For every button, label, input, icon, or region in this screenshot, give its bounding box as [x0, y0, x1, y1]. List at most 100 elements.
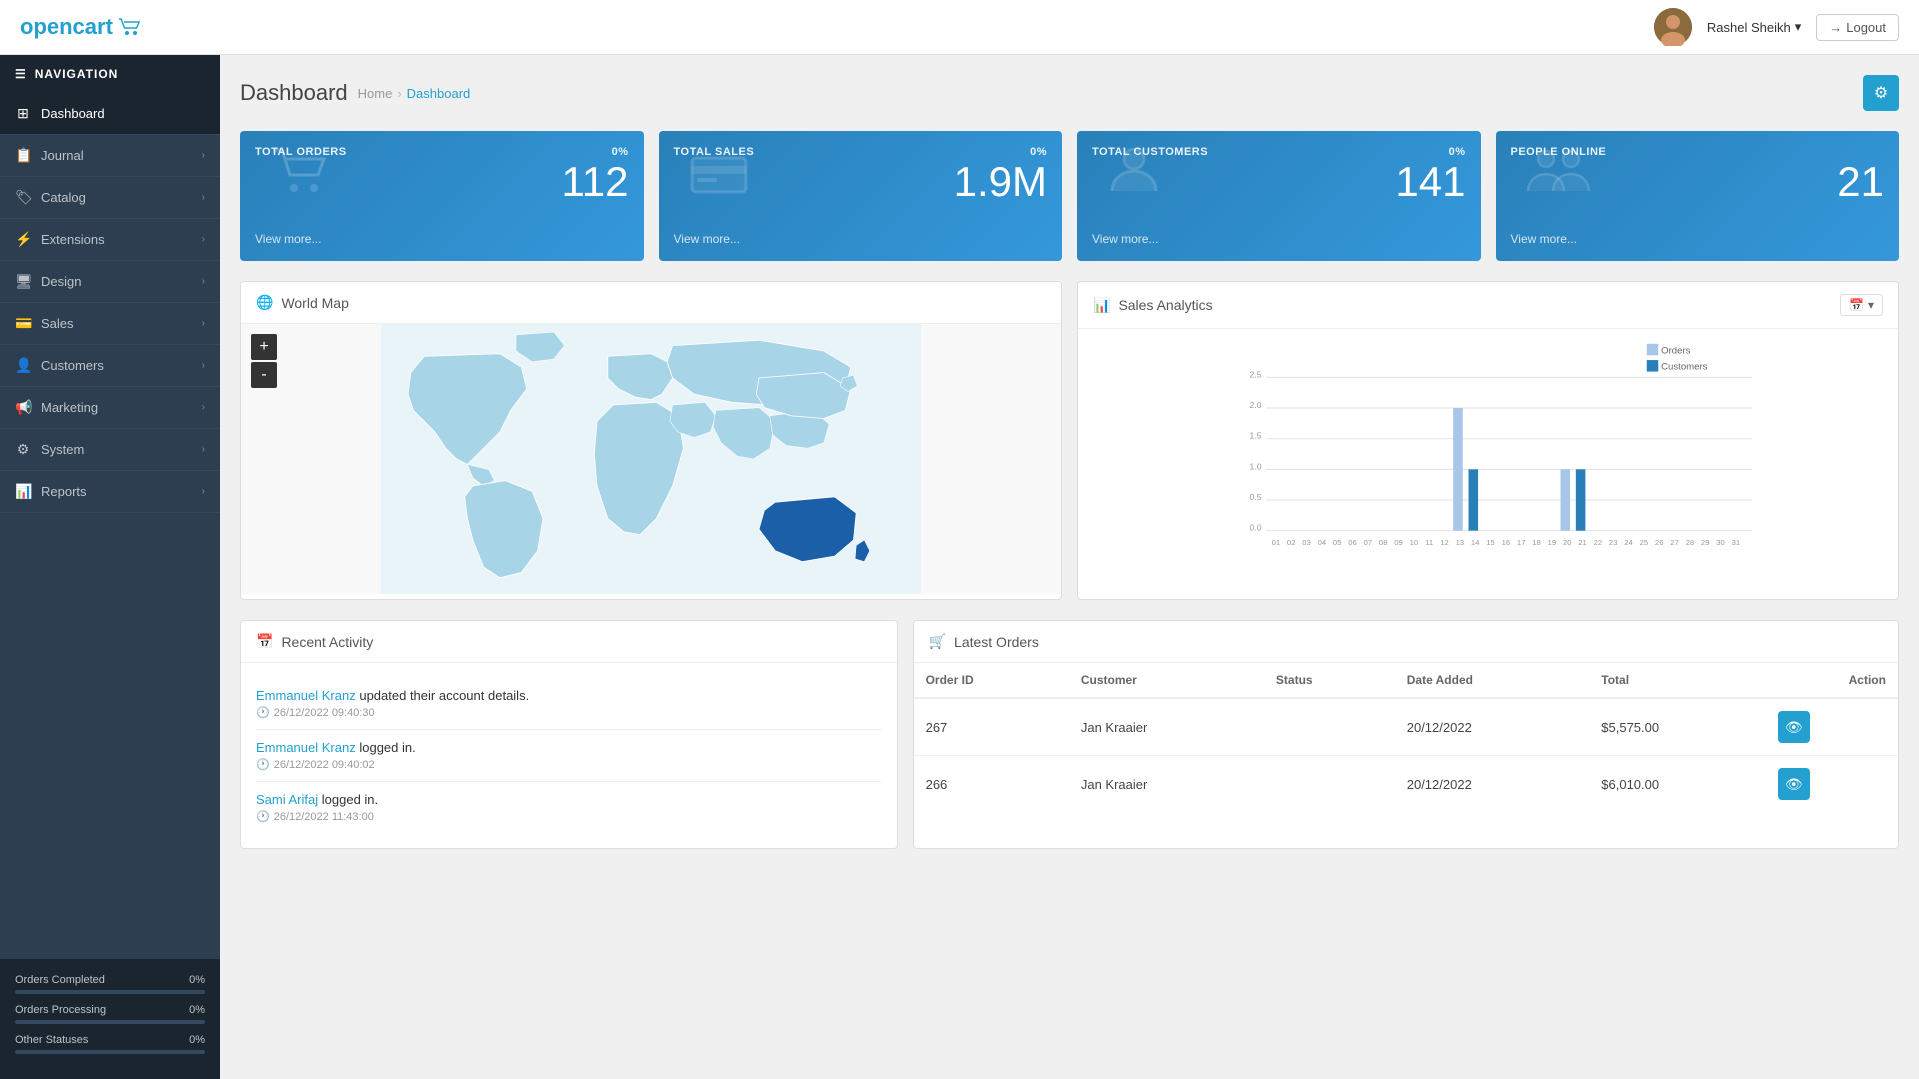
- page-title: Dashboard: [240, 80, 348, 106]
- view-order-button[interactable]: 👁: [1778, 711, 1810, 743]
- sidebar-item-sales[interactable]: 💳 Sales ›: [0, 303, 220, 345]
- world-map-panel: 🌐 World Map + -: [240, 281, 1062, 600]
- breadcrumb-separator: ›: [397, 86, 401, 101]
- action-cell: 👁: [1766, 698, 1898, 756]
- svg-text:20: 20: [1563, 538, 1572, 547]
- breadcrumb-home[interactable]: Home: [358, 86, 393, 101]
- customer-name: Jan Kraaier: [1069, 756, 1264, 813]
- svg-text:05: 05: [1333, 538, 1342, 547]
- sidebar-item-reports[interactable]: 📊 Reports ›: [0, 471, 220, 513]
- avatar: [1654, 8, 1692, 46]
- journal-icon: 📋: [15, 147, 31, 164]
- sidebar-item-marketing[interactable]: 📢 Marketing ›: [0, 387, 220, 429]
- logo: opencart: [20, 14, 147, 40]
- svg-text:31: 31: [1732, 538, 1741, 547]
- calendar-icon: 📅: [1849, 298, 1864, 312]
- chevron-right-icon: ›: [202, 360, 205, 371]
- map-zoom-out-button[interactable]: -: [251, 362, 277, 388]
- catalog-icon: 🏷: [15, 189, 31, 206]
- activity-user-link[interactable]: Emmanuel Kranz: [256, 688, 356, 703]
- recent-activity-panel: 📅 Recent Activity Emmanuel Kranz updated…: [240, 620, 898, 849]
- svg-text:27: 27: [1670, 538, 1679, 547]
- credit-card-icon: [689, 150, 749, 207]
- orders-table: Order ID Customer Status Date Added Tota…: [914, 663, 1898, 812]
- settings-button[interactable]: ⚙: [1863, 75, 1899, 111]
- activity-user-link[interactable]: Sami Arifaj: [256, 792, 318, 807]
- svg-text:15: 15: [1486, 538, 1495, 547]
- svg-text:21: 21: [1578, 538, 1587, 547]
- world-map-header: 🌐 World Map: [241, 282, 1061, 324]
- svg-text:0.0: 0.0: [1250, 523, 1262, 533]
- svg-text:09: 09: [1394, 538, 1403, 547]
- world-map-container: + -: [241, 324, 1061, 594]
- svg-text:03: 03: [1302, 538, 1311, 547]
- extensions-icon: ⚡: [15, 231, 31, 248]
- view-more-link[interactable]: View more...: [1092, 232, 1466, 246]
- view-more-link[interactable]: View more...: [255, 232, 629, 246]
- stat-cards: TOTAL ORDERS 0% 112 View mor: [240, 131, 1899, 261]
- svg-text:30: 30: [1716, 538, 1725, 547]
- table-row: 266 Jan Kraaier 20/12/2022 $6,010.00 👁: [914, 756, 1898, 813]
- svg-text:11: 11: [1425, 538, 1433, 547]
- clock-icon: 🕐: [256, 810, 270, 823]
- logo-text: opencart: [20, 14, 113, 40]
- user-name[interactable]: Rashel Sheikh ▾: [1707, 19, 1801, 35]
- orders-completed-stat: Orders Completed 0%: [15, 974, 205, 994]
- orders-processing-stat: Orders Processing 0%: [15, 1004, 205, 1024]
- svg-text:26: 26: [1655, 538, 1664, 547]
- stat-card-people-online: PEOPLE ONLINE 21: [1496, 131, 1900, 261]
- sidebar-item-system[interactable]: ⚙ System ›: [0, 429, 220, 471]
- svg-text:14: 14: [1471, 538, 1480, 547]
- svg-text:29: 29: [1701, 538, 1710, 547]
- chevron-right-icon: ›: [202, 150, 205, 161]
- activity-user-link[interactable]: Emmanuel Kranz: [256, 740, 356, 755]
- table-row: 267 Jan Kraaier 20/12/2022 $5,575.00 👁: [914, 698, 1898, 756]
- customer-name: Jan Kraaier: [1069, 698, 1264, 756]
- svg-text:07: 07: [1364, 538, 1373, 547]
- date-added: 20/12/2022: [1395, 698, 1590, 756]
- svg-text:25: 25: [1640, 538, 1649, 547]
- order-total: $5,575.00: [1589, 698, 1765, 756]
- breadcrumb: Home › Dashboard: [358, 86, 471, 101]
- chevron-right-icon: ›: [202, 444, 205, 455]
- calendar-activity-icon: 📅: [256, 633, 273, 650]
- customers-icon: 👤: [15, 357, 31, 374]
- svg-text:19: 19: [1548, 538, 1557, 547]
- stat-card-total-sales: TOTAL SALES 0% 1.9M View mor: [659, 131, 1063, 261]
- clock-icon: 🕐: [256, 758, 270, 771]
- svg-text:24: 24: [1624, 538, 1633, 547]
- sidebar-item-catalog[interactable]: 🏷 Catalog ›: [0, 177, 220, 219]
- sidebar-item-extensions[interactable]: ⚡ Extensions ›: [0, 219, 220, 261]
- sidebar-item-journal[interactable]: 📋 Journal ›: [0, 135, 220, 177]
- col-total: Total: [1589, 663, 1765, 698]
- analytics-chart: Orders Customers 0.0 0.5 1.0 1.5 2.0 2.5: [1113, 339, 1893, 569]
- calendar-button[interactable]: 📅 ▾: [1840, 294, 1883, 316]
- sidebar-item-dashboard[interactable]: ⊞ Dashboard: [0, 93, 220, 135]
- stat-card-total-customers: TOTAL CUSTOMERS 0% 141 View more...: [1077, 131, 1481, 261]
- svg-text:23: 23: [1609, 538, 1618, 547]
- order-id: 266: [914, 756, 1069, 813]
- latest-orders-panel: 🛒 Latest Orders Order ID Customer Status…: [913, 620, 1899, 849]
- chevron-right-icon: ›: [202, 276, 205, 287]
- svg-text:1.5: 1.5: [1250, 431, 1262, 441]
- view-order-button[interactable]: 👁: [1778, 768, 1810, 800]
- middle-row: 🌐 World Map + -: [240, 281, 1899, 600]
- logout-button[interactable]: → Logout: [1816, 14, 1899, 41]
- view-more-link[interactable]: View more...: [674, 232, 1048, 246]
- col-order-id: Order ID: [914, 663, 1069, 698]
- view-more-link[interactable]: View more...: [1511, 232, 1885, 246]
- activity-item: Emmanuel Kranz updated their account det…: [256, 678, 882, 730]
- svg-text:18: 18: [1532, 538, 1541, 547]
- map-zoom-in-button[interactable]: +: [251, 334, 277, 360]
- svg-text:06: 06: [1348, 538, 1357, 547]
- sidebar-item-customers[interactable]: 👤 Customers ›: [0, 345, 220, 387]
- svg-text:28: 28: [1686, 538, 1695, 547]
- chevron-right-icon: ›: [202, 234, 205, 245]
- bar-chart-icon: 📊: [1093, 297, 1110, 314]
- svg-text:12: 12: [1440, 538, 1449, 547]
- logo-cart-icon: [117, 17, 147, 37]
- svg-text:10: 10: [1410, 538, 1419, 547]
- svg-text:13: 13: [1456, 538, 1465, 547]
- sidebar-item-design[interactable]: 🖥 Design ›: [0, 261, 220, 303]
- globe-icon: 🌐: [256, 294, 273, 311]
